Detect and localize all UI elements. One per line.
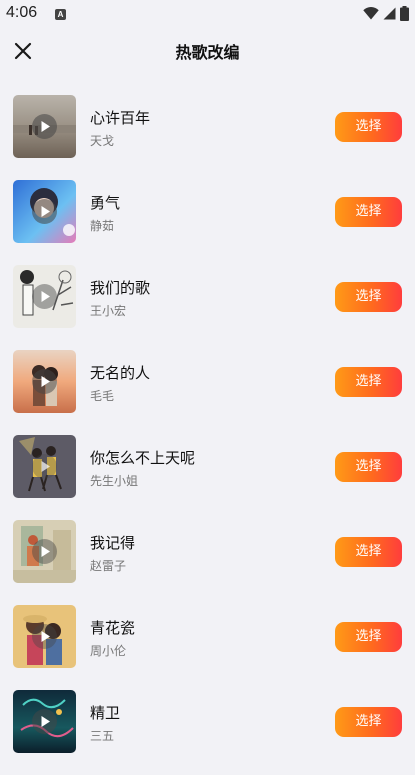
- select-button[interactable]: 选择: [335, 282, 402, 312]
- song-row[interactable]: 勇气 静茹 选择: [0, 180, 415, 265]
- song-row[interactable]: 青花瓷 周小伦 选择: [0, 605, 415, 690]
- song-artist: 静茹: [90, 219, 115, 233]
- play-icon: [32, 199, 57, 224]
- song-row[interactable]: 无名的人 毛毛 选择: [0, 350, 415, 435]
- song-list: 心许百年 天戈 选择 勇气 静茹 选择 我们的歌 王小宏 选择 无名的人 毛毛 …: [0, 95, 415, 775]
- select-button[interactable]: 选择: [335, 367, 402, 397]
- nav-bar: 热歌改编: [0, 28, 415, 72]
- notification-icon: A: [55, 9, 66, 20]
- song-artist: 王小宏: [90, 304, 127, 318]
- song-cover[interactable]: [13, 265, 76, 328]
- song-cover[interactable]: [13, 180, 76, 243]
- play-icon: [32, 369, 57, 394]
- song-title: 你怎么不上天呢: [90, 449, 196, 467]
- page-title: 热歌改编: [175, 43, 240, 62]
- song-title: 精卫: [90, 704, 121, 722]
- battery-icon: [400, 6, 409, 21]
- song-row[interactable]: 心许百年 天戈 选择: [0, 95, 415, 180]
- song-cover[interactable]: [13, 520, 76, 583]
- song-row[interactable]: 我记得 赵雷子 选择: [0, 520, 415, 605]
- song-cover[interactable]: [13, 605, 76, 668]
- play-icon: [32, 709, 57, 734]
- select-button[interactable]: 选择: [335, 537, 402, 567]
- song-artist: 三五: [90, 729, 115, 743]
- song-cover[interactable]: [13, 95, 76, 158]
- song-artist: 周小伦: [90, 644, 127, 658]
- song-artist: 先生小姐: [90, 474, 139, 488]
- play-icon: [32, 539, 57, 564]
- song-artist: 赵雷子: [90, 559, 127, 573]
- play-icon: [32, 454, 57, 479]
- status-bar: 4:06 A: [0, 0, 415, 28]
- song-title: 青花瓷: [90, 619, 136, 637]
- select-button[interactable]: 选择: [335, 197, 402, 227]
- status-time: 4:06: [6, 4, 38, 21]
- select-button[interactable]: 选择: [335, 707, 402, 737]
- song-cover[interactable]: [13, 435, 76, 498]
- select-button[interactable]: 选择: [335, 112, 402, 142]
- song-cover[interactable]: [13, 350, 76, 413]
- play-icon: [32, 624, 57, 649]
- song-title: 心许百年: [90, 109, 151, 127]
- song-row[interactable]: 你怎么不上天呢 先生小姐 选择: [0, 435, 415, 520]
- song-title: 我们的歌: [90, 279, 151, 297]
- song-title: 勇气: [90, 194, 121, 212]
- song-row[interactable]: 我们的歌 王小宏 选择: [0, 265, 415, 350]
- play-icon: [32, 284, 57, 309]
- song-title: 无名的人: [90, 364, 151, 382]
- play-icon: [32, 114, 57, 139]
- wifi-icon: [363, 7, 379, 20]
- select-button[interactable]: 选择: [335, 622, 402, 652]
- song-artist: 毛毛: [90, 389, 115, 403]
- status-icons: [363, 6, 409, 21]
- select-button[interactable]: 选择: [335, 452, 402, 482]
- song-cover[interactable]: [13, 690, 76, 753]
- signal-icon: [383, 7, 396, 20]
- song-title: 我记得: [90, 534, 136, 552]
- song-artist: 天戈: [90, 134, 115, 148]
- song-row[interactable]: 精卫 三五 选择: [0, 690, 415, 775]
